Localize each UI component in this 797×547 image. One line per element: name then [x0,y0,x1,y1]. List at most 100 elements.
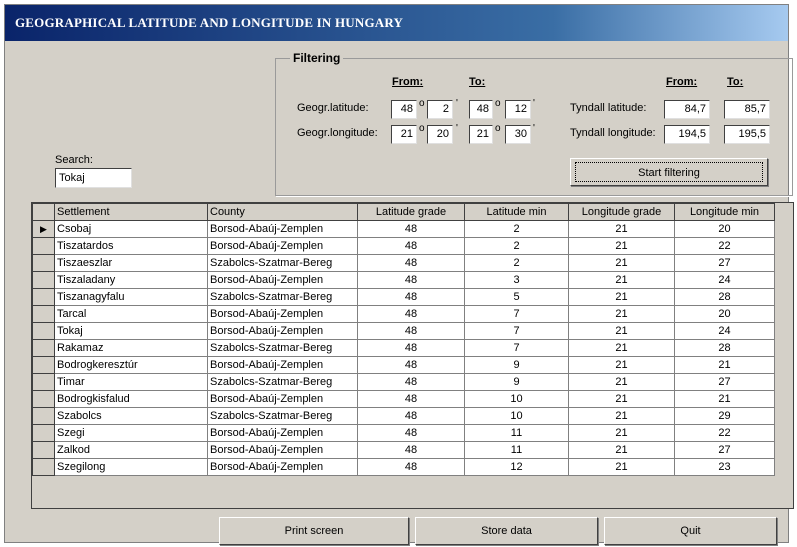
latitude-grade-cell[interactable]: 48 [357,339,465,357]
latitude-grade-cell[interactable]: 48 [357,424,465,442]
row-indicator[interactable] [32,390,55,408]
longitude-min-cell[interactable]: 22 [674,237,775,255]
latitude-grade-cell[interactable]: 48 [357,356,465,374]
column-header-latitude-min[interactable]: Latitude min [464,203,569,221]
latitude-grade-cell[interactable]: 48 [357,254,465,272]
column-header-county[interactable]: County [207,203,358,221]
table-row[interactable]: Bodrogkeresztúr Borsod-Abaúj-Zemplen 48 9 21… [32,356,775,374]
settlement-cell[interactable]: Szegi [54,424,208,442]
longitude-min-cell[interactable]: 20 [674,220,775,238]
longitude-grade-cell[interactable]: 21 [568,373,675,391]
lon-from-minute-field[interactable]: 20 [427,125,453,144]
tyndall-lat-from-field[interactable]: 84,7 [664,100,710,119]
table-row[interactable]: Rakamaz Szabolcs-Szatmar-Bereg 48 7 21 28 [32,339,775,357]
longitude-min-cell[interactable]: 28 [674,288,775,306]
county-cell[interactable]: Borsod-Abaúj-Zemplen [207,356,358,374]
print-screen-button[interactable]: Print screen [219,517,409,545]
column-header-longitude-min[interactable]: Longitude min [674,203,775,221]
lat-from-degree-field[interactable]: 48 [391,100,417,119]
latitude-min-cell[interactable]: 9 [464,356,569,374]
longitude-min-cell[interactable]: 27 [674,441,775,459]
latitude-min-cell[interactable]: 3 [464,271,569,289]
row-indicator[interactable] [32,254,55,272]
settlement-grid[interactable]: Settlement County Latitude grade Latitud… [31,202,794,509]
column-header-latitude-grade[interactable]: Latitude grade [357,203,465,221]
store-data-button[interactable]: Store data [415,517,598,545]
latitude-grade-cell[interactable]: 48 [357,322,465,340]
latitude-min-cell[interactable]: 10 [464,390,569,408]
longitude-min-cell[interactable]: 28 [674,339,775,357]
longitude-grade-cell[interactable]: 21 [568,288,675,306]
row-indicator[interactable] [32,271,55,289]
longitude-grade-cell[interactable]: 21 [568,220,675,238]
longitude-grade-cell[interactable]: 21 [568,424,675,442]
county-cell[interactable]: Borsod-Abaúj-Zemplen [207,441,358,459]
row-indicator[interactable] [32,305,55,323]
row-indicator[interactable] [32,288,55,306]
row-indicator[interactable] [32,373,55,391]
latitude-min-cell[interactable]: 9 [464,373,569,391]
settlement-cell[interactable]: Szabolcs [54,407,208,425]
tyndall-lon-from-field[interactable]: 194,5 [664,125,710,144]
settlement-cell[interactable]: Bodrogkeresztúr [54,356,208,374]
latitude-min-cell[interactable]: 11 [464,424,569,442]
search-input[interactable]: Tokaj [55,168,132,188]
latitude-grade-cell[interactable]: 48 [357,390,465,408]
county-cell[interactable]: Szabolcs-Szatmar-Bereg [207,339,358,357]
row-indicator[interactable] [32,441,55,459]
longitude-min-cell[interactable]: 23 [674,458,775,476]
table-row[interactable]: Tiszaladany Borsod-Abaúj-Zemplen 48 3 21 24 [32,271,775,289]
longitude-grade-cell[interactable]: 21 [568,458,675,476]
table-row[interactable]: Szegilong Borsod-Abaúj-Zemplen 48 12 21 23 [32,458,775,476]
latitude-min-cell[interactable]: 5 [464,288,569,306]
table-row[interactable]: Tiszanagyfalu Szabolcs-Szatmar-Bereg 48 5 21… [32,288,775,306]
settlement-cell[interactable]: Csobaj [54,220,208,238]
settlement-cell[interactable]: Tiszatardos [54,237,208,255]
table-row[interactable]: Szegi Borsod-Abaúj-Zemplen 48 11 21 22 [32,424,775,442]
longitude-min-cell[interactable]: 29 [674,407,775,425]
latitude-min-cell[interactable]: 2 [464,254,569,272]
latitude-grade-cell[interactable]: 48 [357,373,465,391]
lat-to-minute-field[interactable]: 12 [505,100,531,119]
lon-from-degree-field[interactable]: 21 [391,125,417,144]
table-row[interactable]: Tiszaeszlar Szabolcs-Szatmar-Bereg 48 2 21 27 [32,254,775,272]
latitude-grade-cell[interactable]: 48 [357,458,465,476]
tyndall-lat-to-field[interactable]: 85,7 [724,100,770,119]
quit-button[interactable]: Quit [604,517,777,545]
row-indicator[interactable] [32,458,55,476]
latitude-grade-cell[interactable]: 48 [357,407,465,425]
longitude-min-cell[interactable]: 27 [674,373,775,391]
longitude-grade-cell[interactable]: 21 [568,305,675,323]
tyndall-lon-to-field[interactable]: 195,5 [724,125,770,144]
longitude-min-cell[interactable]: 20 [674,305,775,323]
table-row[interactable]: Bodrogkisfalud Borsod-Abaúj-Zemplen 48 10 21… [32,390,775,408]
latitude-min-cell[interactable]: 2 [464,220,569,238]
table-row[interactable]: Tiszatardos Borsod-Abaúj-Zemplen 48 2 21 22 [32,237,775,255]
latitude-min-cell[interactable]: 7 [464,322,569,340]
table-row[interactable]: Zalkod Borsod-Abaúj-Zemplen 48 11 21 27 [32,441,775,459]
county-cell[interactable]: Szabolcs-Szatmar-Bereg [207,254,358,272]
county-cell[interactable]: Borsod-Abaúj-Zemplen [207,390,358,408]
longitude-min-cell[interactable]: 24 [674,271,775,289]
lat-from-minute-field[interactable]: 2 [427,100,453,119]
latitude-grade-cell[interactable]: 48 [357,305,465,323]
longitude-grade-cell[interactable]: 21 [568,237,675,255]
row-indicator[interactable] [32,339,55,357]
row-indicator[interactable] [32,237,55,255]
latitude-min-cell[interactable]: 7 [464,339,569,357]
settlement-cell[interactable]: Szegilong [54,458,208,476]
row-indicator[interactable] [32,322,55,340]
row-indicator[interactable] [32,424,55,442]
table-row[interactable]: Tarcal Borsod-Abaúj-Zemplen 48 7 21 20 [32,305,775,323]
table-row[interactable]: Tokaj Borsod-Abaúj-Zemplen 48 7 21 24 [32,322,775,340]
longitude-grade-cell[interactable]: 21 [568,254,675,272]
settlement-cell[interactable]: Tokaj [54,322,208,340]
start-filtering-button[interactable]: Start filtering [570,158,768,186]
county-cell[interactable]: Szabolcs-Szatmar-Bereg [207,407,358,425]
settlement-cell[interactable]: Tiszanagyfalu [54,288,208,306]
lon-to-degree-field[interactable]: 21 [469,125,493,144]
column-header-longitude-grade[interactable]: Longitude grade [568,203,675,221]
longitude-grade-cell[interactable]: 21 [568,441,675,459]
longitude-grade-cell[interactable]: 21 [568,356,675,374]
latitude-grade-cell[interactable]: 48 [357,220,465,238]
